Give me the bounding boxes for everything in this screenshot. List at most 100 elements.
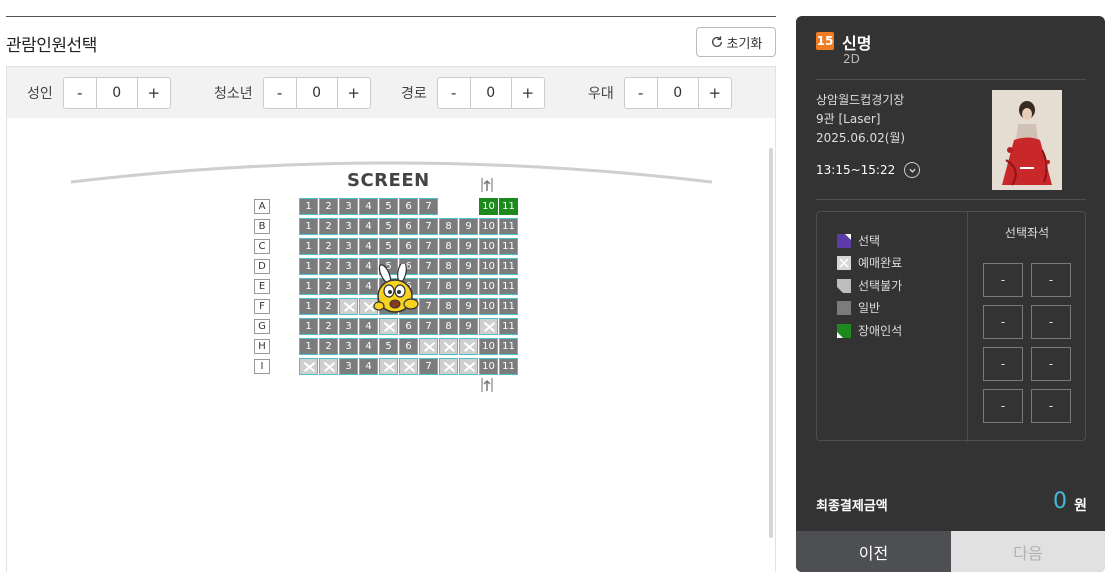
seat[interactable]: 2 — [319, 278, 338, 295]
seat[interactable]: 9 — [459, 218, 478, 235]
seat[interactable]: 5 — [379, 218, 398, 235]
seat[interactable]: 1 — [299, 258, 318, 275]
seat[interactable]: 3 — [339, 238, 358, 255]
selected-seat-slot: - — [1031, 347, 1071, 381]
adult-count: 0 — [95, 78, 138, 108]
selected-seats-title: 선택좌석 — [1004, 226, 1050, 240]
seat[interactable]: 7 — [419, 198, 438, 215]
seat[interactable]: 10 — [479, 278, 498, 295]
senior-minus-button[interactable]: - — [438, 78, 470, 108]
preferential-plus-button[interactable]: + — [699, 78, 731, 108]
prev-button[interactable]: 이전 — [796, 531, 951, 572]
seat[interactable]: 10 — [479, 298, 498, 315]
seat-row-label: I — [254, 359, 270, 374]
seat[interactable]: 7 — [419, 318, 438, 335]
seat-wheelchair[interactable]: 11 — [499, 198, 518, 215]
seat[interactable]: 10 — [479, 338, 498, 355]
seat[interactable]: 3 — [339, 338, 358, 355]
legend-box: 선택 예매완료 선택불가 일반 장애인석 선택좌석 - - - - - - - … — [816, 211, 1086, 442]
seat[interactable]: 7 — [419, 238, 438, 255]
seat[interactable]: 4 — [359, 358, 378, 375]
seat[interactable]: 2 — [319, 338, 338, 355]
seat[interactable]: 9 — [459, 298, 478, 315]
seat[interactable]: 11 — [499, 298, 518, 315]
senior-count: 0 — [469, 78, 512, 108]
seat[interactable]: 2 — [319, 198, 338, 215]
preferential-minus-button[interactable]: - — [625, 78, 657, 108]
seat[interactable]: 1 — [299, 218, 318, 235]
seat[interactable]: 3 — [339, 258, 358, 275]
seat[interactable]: 3 — [339, 278, 358, 295]
seat[interactable]: 7 — [419, 218, 438, 235]
seat[interactable]: 5 — [379, 198, 398, 215]
seat[interactable]: 2 — [319, 318, 338, 335]
seat[interactable]: 11 — [499, 238, 518, 255]
seat[interactable]: 1 — [299, 318, 318, 335]
seat[interactable]: 9 — [459, 278, 478, 295]
seat-map-scrollbar[interactable] — [769, 148, 773, 538]
reset-button[interactable]: 초기화 — [696, 27, 776, 57]
seat[interactable]: 6 — [399, 218, 418, 235]
seat[interactable]: 7 — [419, 358, 438, 375]
seat[interactable]: 8 — [439, 278, 458, 295]
seat[interactable]: 6 — [399, 318, 418, 335]
seat[interactable]: 4 — [359, 198, 378, 215]
seat[interactable]: 10 — [479, 218, 498, 235]
adult-minus-button[interactable]: - — [64, 78, 96, 108]
adult-plus-button[interactable]: + — [138, 78, 170, 108]
seat[interactable]: 3 — [339, 218, 358, 235]
seat[interactable]: 11 — [499, 318, 518, 335]
seat[interactable]: 10 — [479, 358, 498, 375]
seat[interactable]: 8 — [439, 238, 458, 255]
seat[interactable]: 8 — [439, 318, 458, 335]
seat-sold — [319, 358, 338, 375]
seat[interactable]: 2 — [319, 218, 338, 235]
seat[interactable]: 4 — [359, 218, 378, 235]
seat[interactable]: 1 — [299, 298, 318, 315]
seat[interactable]: 9 — [459, 238, 478, 255]
seat[interactable]: 5 — [379, 238, 398, 255]
section-title: 관람인원선택 — [6, 36, 97, 56]
seat[interactable]: 10 — [479, 258, 498, 275]
seat[interactable]: 6 — [399, 198, 418, 215]
seat[interactable]: 3 — [339, 358, 358, 375]
seat-row-label: D — [254, 259, 270, 274]
seat[interactable]: 4 — [359, 318, 378, 335]
legend-disabled-swatch — [837, 323, 851, 338]
seat[interactable]: 8 — [439, 258, 458, 275]
seat-row-label: A — [254, 199, 270, 214]
theater-info: 상암월드컵경기장 9관 [Laser] 2025.06.02(월) — [816, 91, 905, 148]
seat[interactable]: 1 — [299, 338, 318, 355]
seat-wheelchair[interactable]: 10 — [479, 198, 498, 215]
seat[interactable]: 5 — [379, 338, 398, 355]
seat[interactable]: 2 — [319, 238, 338, 255]
seat[interactable]: 8 — [439, 298, 458, 315]
seat[interactable]: 11 — [499, 278, 518, 295]
seat[interactable]: 3 — [339, 198, 358, 215]
seat[interactable]: 11 — [499, 338, 518, 355]
seat[interactable]: 9 — [459, 318, 478, 335]
seat[interactable]: 11 — [499, 258, 518, 275]
seat[interactable]: 11 — [499, 358, 518, 375]
seat[interactable]: 11 — [499, 218, 518, 235]
seat[interactable]: 4 — [359, 238, 378, 255]
showtime-dropdown-button[interactable] — [904, 162, 921, 178]
seat[interactable]: 1 — [299, 198, 318, 215]
seat[interactable]: 2 — [319, 298, 338, 315]
seat[interactable]: 2 — [319, 258, 338, 275]
seat[interactable]: 10 — [479, 238, 498, 255]
youth-plus-button[interactable]: + — [338, 78, 370, 108]
seat[interactable]: 6 — [399, 338, 418, 355]
senior-plus-button[interactable]: + — [512, 78, 544, 108]
next-button[interactable]: 다음 — [951, 531, 1105, 572]
preferential-count: 0 — [656, 78, 699, 108]
youth-minus-button[interactable]: - — [264, 78, 296, 108]
seat[interactable]: 9 — [459, 258, 478, 275]
seat[interactable]: 1 — [299, 278, 318, 295]
seat[interactable]: 4 — [359, 338, 378, 355]
seat[interactable]: 8 — [439, 218, 458, 235]
legend-disabled: 장애인석 — [837, 322, 902, 339]
seat[interactable]: 3 — [339, 318, 358, 335]
seat[interactable]: 1 — [299, 238, 318, 255]
seat[interactable]: 6 — [399, 238, 418, 255]
